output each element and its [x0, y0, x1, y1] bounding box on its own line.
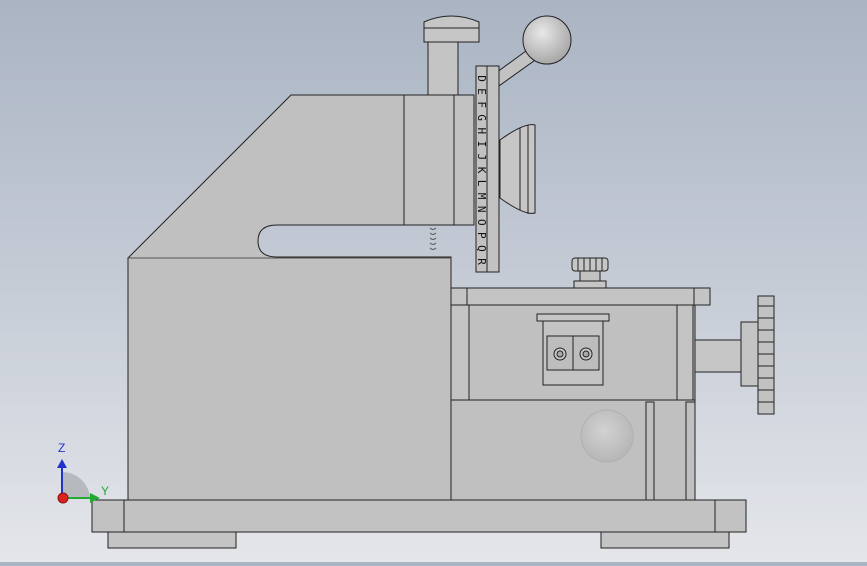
wheel-letter: O [475, 219, 488, 226]
wheel-letter: J [475, 154, 488, 161]
clamp-block [536, 313, 610, 322]
spring [429, 227, 437, 250]
y-axis-label: Y [101, 484, 110, 498]
wheel-letter: R [475, 258, 488, 265]
model-drawing: DEFGHIJKLMNOPQR [57, 15, 775, 549]
z-axis-arrow [57, 459, 67, 468]
wheel-hub [499, 124, 536, 214]
ram-column [427, 39, 459, 96]
wheel-letter: L [475, 180, 488, 187]
z-axis-label: Z [58, 441, 66, 455]
wheel-letter: K [475, 167, 488, 174]
wheel-letters: DEFGHIJKLMNOPQR [475, 75, 488, 265]
right-foot [600, 531, 730, 549]
ram-head [403, 94, 475, 226]
wheel-letter: P [475, 232, 488, 239]
table-plate [450, 287, 711, 306]
wheel-letter: G [475, 114, 488, 121]
ghost-knob [580, 409, 634, 463]
x-axis-dot [57, 492, 69, 504]
top-cap [423, 15, 480, 43]
c-frame [127, 94, 452, 501]
lever-ball [522, 15, 572, 65]
wheel-letter: D [475, 75, 488, 82]
lower-table-block [450, 399, 696, 501]
side-handwheel [757, 295, 775, 415]
side-shaft [694, 339, 742, 373]
wheel-letter: H [475, 127, 488, 134]
coordinate-triad[interactable] [57, 459, 100, 504]
wheel-letter: Q [475, 245, 488, 252]
base-plate [91, 499, 747, 533]
wheel-letter: F [475, 101, 488, 108]
wheel-letter: N [475, 206, 488, 213]
model-viewport[interactable]: DEFGHIJKLMNOPQR Z Y [0, 0, 867, 562]
wheel-letter: E [475, 88, 488, 95]
wheel-letter: I [475, 141, 488, 148]
left-foot [107, 531, 237, 549]
wheel-letter: M [475, 193, 488, 200]
